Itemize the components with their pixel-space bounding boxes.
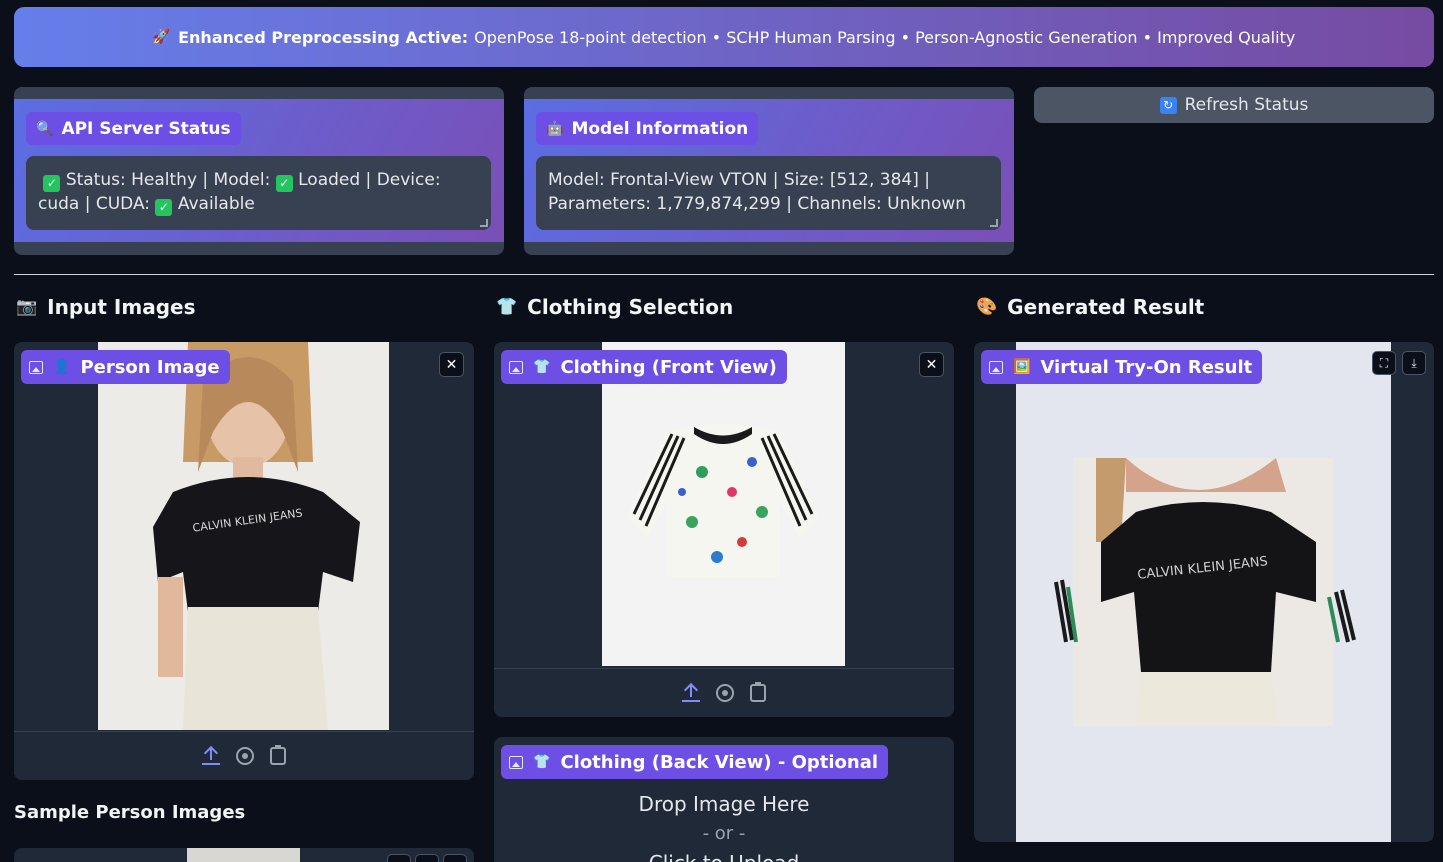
fullscreen-icon[interactable] — [415, 854, 439, 862]
drop-or-text: - or - — [702, 823, 746, 844]
palette-icon: 🎨 — [976, 297, 998, 317]
input-images-title: Input Images — [47, 295, 196, 319]
banner-bold-text: Enhanced Preprocessing Active: — [178, 27, 469, 47]
robot-icon: 🤖 — [546, 120, 564, 137]
generated-result-title: Generated Result — [1007, 295, 1205, 319]
close-icon[interactable]: ✕ — [439, 352, 464, 377]
result-title: Virtual Try-On Result — [1040, 356, 1253, 378]
model-info-label: 🤖 Model Information — [536, 112, 759, 145]
resize-handle[interactable] — [480, 219, 488, 227]
person-image-title: Person Image — [80, 356, 220, 378]
api-status-title: API Server Status — [61, 118, 231, 139]
sample-thumbnail[interactable] — [187, 848, 300, 862]
close-icon[interactable]: ✕ — [919, 352, 944, 377]
model-info-line1: Model: Frontal-View VTON | Size: [512, 3… — [548, 170, 930, 190]
check-icon: ✓ — [275, 175, 293, 192]
section-divider — [14, 274, 1434, 275]
drop-image-text: Drop Image Here — [638, 792, 810, 816]
clothing-selection-title: Clothing Selection — [527, 295, 734, 319]
sample-gallery[interactable] — [14, 848, 474, 862]
person-icon: 👤 — [53, 359, 71, 375]
clothing-back-panel[interactable]: 👕 Clothing (Back View) - Optional Drop I… — [494, 737, 954, 862]
upload-icon[interactable] — [202, 747, 220, 765]
person-image-panel[interactable]: 👤 Person Image ✕ CALVIN KLEIN JEANS — [14, 342, 474, 780]
model-info-textbox[interactable]: Model: Frontal-View VTON | Size: [512, 3… — [536, 156, 1001, 230]
clothing-selection-heading: 👕 Clothing Selection — [496, 295, 733, 319]
clothing-back-title: Clothing (Back View) - Optional — [560, 751, 879, 773]
api-status-card: 🔍 API Server Status ✓ Status: Healthy | … — [14, 87, 504, 255]
download-icon[interactable] — [387, 854, 411, 862]
api-status-label: 🔍 API Server Status — [26, 112, 241, 145]
clothing-front-toolbar — [494, 668, 954, 717]
refresh-status-button[interactable]: ↻ Refresh Status — [1034, 87, 1434, 123]
refresh-icon: ↻ — [1159, 96, 1177, 114]
model-info-line2: Parameters: 1,779,874,299 | Channels: Un… — [548, 194, 967, 214]
input-images-heading: 📷 Input Images — [16, 295, 196, 319]
model-info-card: 🤖 Model Information Model: Frontal-View … — [524, 87, 1014, 255]
clothing-back-label: 👕 Clothing (Back View) - Optional — [501, 745, 889, 779]
api-status-textbox[interactable]: ✓ Status: Healthy | Model: ✓ Loaded | De… — [26, 156, 491, 230]
clothing-front-panel[interactable]: 👕 Clothing (Front View) ✕ — [494, 342, 954, 717]
clipboard-icon[interactable] — [270, 745, 286, 765]
rocket-icon: 🚀 — [152, 29, 171, 45]
person-image-toolbar — [14, 731, 474, 780]
image-icon — [509, 755, 523, 769]
clothing-front-photo — [602, 342, 845, 666]
api-status-line2b: Available — [177, 194, 255, 214]
webcam-icon[interactable] — [236, 747, 254, 765]
result-panel: 🖼️ Virtual Try-On Result ⛶ ⤓ CALVIN KLEI… — [974, 342, 1434, 842]
preprocessing-banner: 🚀 Enhanced Preprocessing Active: OpenPos… — [14, 7, 1434, 67]
image-icon — [989, 360, 1003, 374]
resize-handle[interactable] — [990, 219, 998, 227]
picture-icon: 🖼️ — [1013, 359, 1031, 375]
clipboard-icon[interactable] — [750, 682, 766, 702]
image-icon — [509, 360, 523, 374]
sample-person-heading: Sample Person Images — [14, 802, 246, 823]
webcam-icon[interactable] — [716, 684, 734, 702]
api-status-line1a: Status: Healthy | Model: — [65, 170, 271, 190]
model-info-title: Model Information — [571, 118, 749, 139]
api-status-line1b: Loaded | Device: — [298, 170, 441, 190]
magnifier-icon: 🔍 — [36, 120, 54, 137]
shirt-icon: 👕 — [533, 754, 551, 770]
generated-result-heading: 🎨 Generated Result — [976, 295, 1204, 319]
shirt-icon: 👕 — [496, 297, 518, 317]
camera-icon: 📷 — [16, 297, 38, 317]
shirt-icon: 👕 — [533, 359, 551, 375]
check-icon: ✓ — [43, 175, 61, 192]
person-image-label: 👤 Person Image — [21, 350, 230, 384]
upload-icon[interactable] — [682, 684, 700, 702]
banner-text: OpenPose 18-point detection • SCHP Human… — [474, 27, 1296, 47]
result-label: 🖼️ Virtual Try-On Result — [981, 350, 1263, 384]
close-icon[interactable] — [443, 854, 467, 862]
download-icon[interactable]: ⤓ — [1402, 351, 1426, 375]
api-status-line2a: cuda | CUDA: — [38, 194, 151, 214]
person-photo: CALVIN KLEIN JEANS — [98, 342, 389, 730]
result-photo: CALVIN KLEIN JEANS — [1016, 342, 1391, 842]
click-upload-text[interactable]: Click to Upload — [494, 851, 954, 862]
clothing-front-label: 👕 Clothing (Front View) — [501, 350, 787, 384]
refresh-status-label: Refresh Status — [1184, 95, 1309, 115]
fullscreen-icon[interactable]: ⛶ — [1372, 351, 1396, 375]
clothing-front-title: Clothing (Front View) — [560, 356, 777, 378]
check-icon: ✓ — [155, 199, 173, 216]
image-icon — [29, 360, 43, 374]
